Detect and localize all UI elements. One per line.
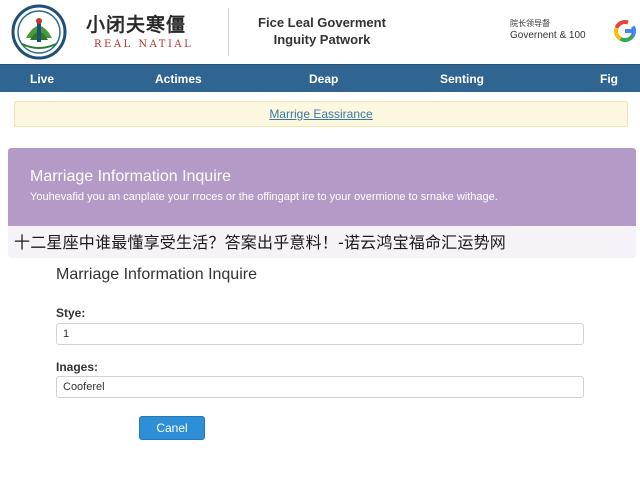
site-title-line-2: Inguity Patwork	[273, 32, 371, 47]
brand: 小闭夫寒僵 REAL NATIAL	[86, 14, 216, 50]
nav-item-senting[interactable]: Senting	[440, 65, 484, 93]
government-badge: 院长领导督 Governent & 100	[510, 19, 606, 42]
headline-text: 十二星座中谁最懂享受生活？答案出乎意料！-诺云鸿宝福命汇运势网	[14, 233, 506, 252]
panel-title: Marriage Information Inquire	[30, 168, 231, 185]
cancel-button[interactable]: Canel	[139, 416, 205, 440]
nav-item-live[interactable]: Live	[30, 65, 54, 93]
nav-item-actimes[interactable]: Actimes	[155, 65, 202, 93]
notice-bar: Marrige Eassirance	[14, 101, 628, 127]
form-title: Marriage Information Inquire	[56, 266, 257, 283]
government-badge-cn: 院长领导督	[510, 19, 550, 28]
google-icon[interactable]	[614, 20, 636, 42]
brand-name-en: REAL NATIAL	[94, 39, 194, 50]
panel-description: Youhevafid you an canplate your rroces o…	[30, 191, 498, 203]
site-title-line-1: Fice Leal Goverment	[258, 15, 386, 30]
site-title: Fice Leal Goverment Inguity Patwork	[232, 14, 412, 48]
brand-name-cn: 小闭夫寒僵	[86, 14, 187, 36]
images-label: Inages:	[56, 360, 99, 374]
marriage-assurance-link[interactable]: Marrige Eassirance	[269, 107, 372, 121]
nav-item-deap[interactable]: Deap	[309, 65, 338, 93]
images-input[interactable]	[56, 376, 584, 398]
style-input[interactable]	[56, 323, 584, 345]
headline-overlay: 十二星座中谁最懂享受生活？答案出乎意料！-诺云鸿宝福命汇运势网	[0, 226, 640, 260]
government-badge-en: Governent & 100	[510, 30, 586, 41]
style-label: Stye:	[56, 306, 86, 320]
header-divider	[228, 8, 229, 56]
emblem-logo[interactable]	[8, 4, 70, 60]
main-nav: Live Actimes Deap Senting Fig	[0, 64, 640, 92]
nav-item-fig[interactable]: Fig	[600, 65, 618, 93]
site-header: 小闭夫寒僵 REAL NATIAL Fice Leal Goverment In…	[0, 0, 640, 64]
